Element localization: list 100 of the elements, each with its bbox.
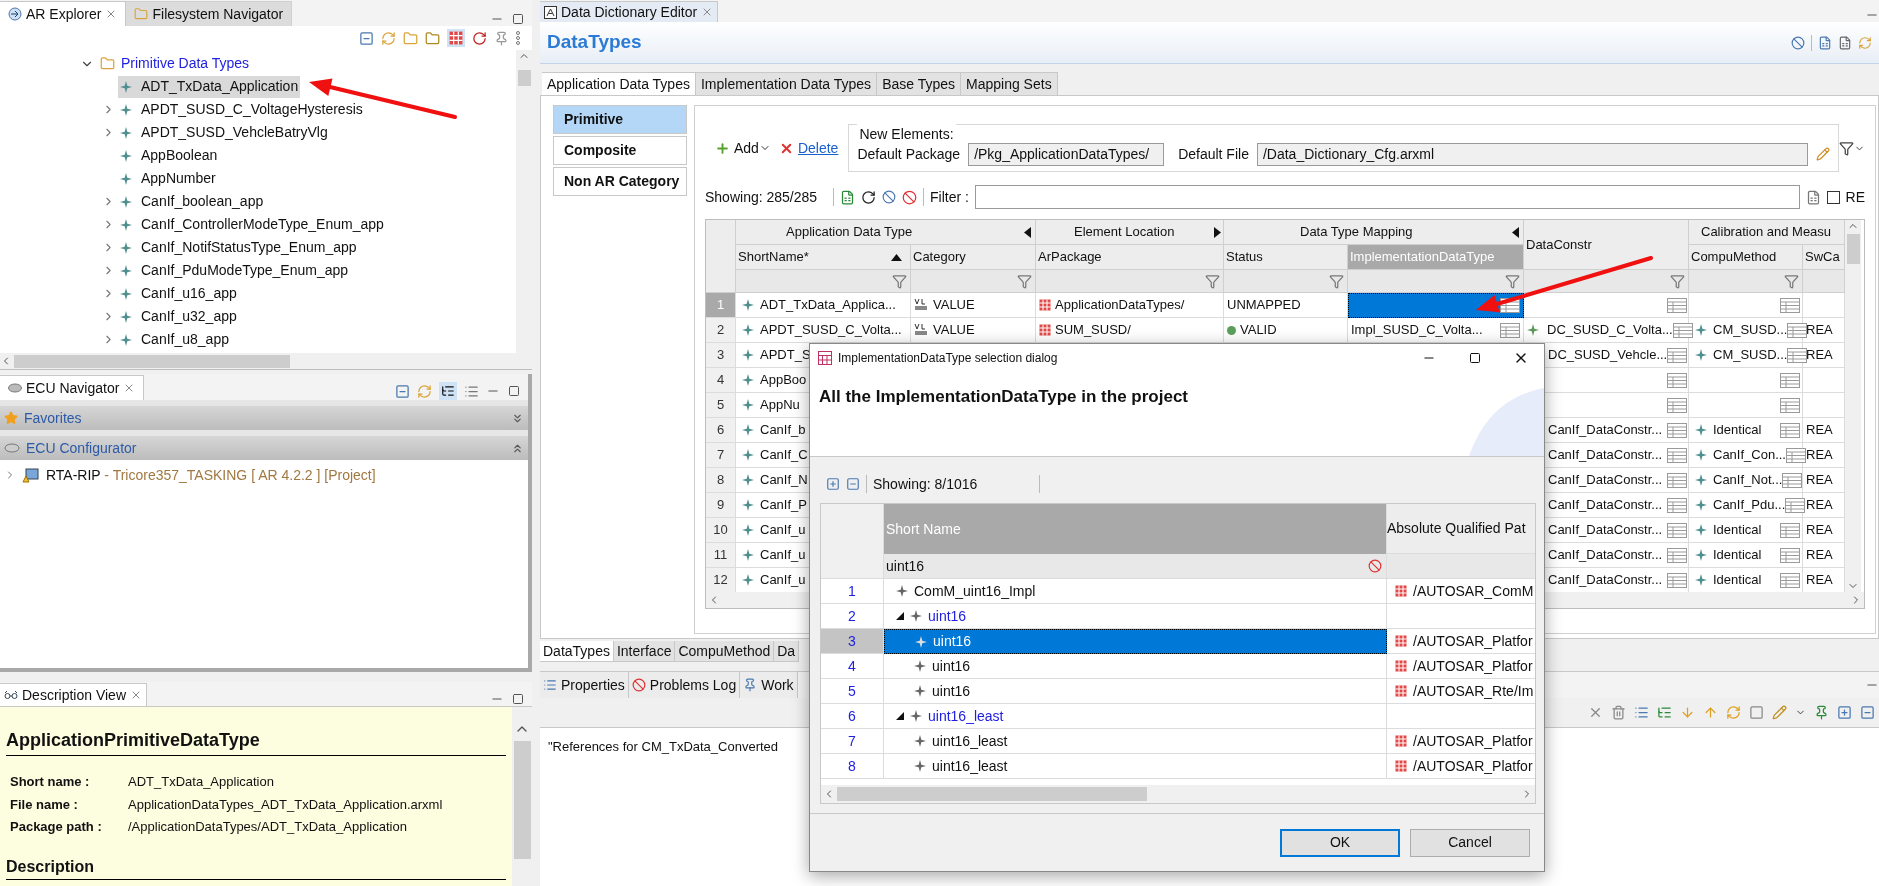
ok-button[interactable]: OK xyxy=(1280,828,1400,857)
tab[interactable]: Da xyxy=(774,641,800,662)
tree-item[interactable]: CanIf_PduModeType_Enum_app xyxy=(118,259,351,282)
tab-label: Filesystem Navigator xyxy=(152,4,284,24)
result-count: Showing: 8/1016 xyxy=(873,474,979,494)
panel-tab[interactable]: Properties xyxy=(540,672,629,698)
column-header[interactable]: CompuMethod xyxy=(1689,245,1803,270)
row-number[interactable]: 3 xyxy=(706,343,736,368)
row-number[interactable]: 7 xyxy=(821,729,884,754)
row-number[interactable]: 6 xyxy=(821,704,884,729)
category-tab[interactable]: Primitive xyxy=(553,105,687,134)
tab[interactable]: Implementation Data Types xyxy=(695,72,878,95)
field-value: ApplicationDataTypes_ADT_TxData_Application.arxml xyxy=(128,795,443,814)
header-label: Data Type Mapping xyxy=(1300,223,1413,242)
package-field[interactable]: /Pkg_ApplicationDataTypes/ xyxy=(968,142,1165,166)
tab[interactable]: Base Types xyxy=(877,72,962,95)
tab-label: Description View xyxy=(22,685,126,705)
column-header[interactable]: ArPackage xyxy=(1036,245,1224,270)
delete-link[interactable]: Delete xyxy=(778,137,839,159)
row-number[interactable]: 3 xyxy=(821,629,884,654)
tree-item[interactable]: AppBoolean xyxy=(118,144,220,167)
row-number[interactable]: 6 xyxy=(706,418,736,443)
tree-item-label: APDT_SUSD_C_VoltageHysteresis xyxy=(141,100,363,119)
category-tab[interactable]: Composite xyxy=(553,136,687,165)
tree-item[interactable]: AppNumber xyxy=(118,167,218,190)
row-number[interactable]: 10 xyxy=(706,518,736,543)
column-header[interactable]: Status xyxy=(1224,245,1348,270)
row-number[interactable]: 5 xyxy=(706,393,736,418)
tab[interactable]: Application Data Types xyxy=(542,72,696,95)
column-header[interactable]: ShortName* xyxy=(736,245,911,270)
row-number[interactable]: 4 xyxy=(821,654,884,679)
tree-item-label: AppNumber xyxy=(141,169,216,188)
panel-tab[interactable]: AR Explorer xyxy=(0,1,127,26)
tab[interactable]: Mapping Sets xyxy=(961,72,1058,95)
dialog-heading: All the ImplementationDataType in the project xyxy=(819,386,1188,408)
dialog-title: ImplementationDataType selection dialog xyxy=(838,350,1058,367)
tree-row[interactable]: uint16 xyxy=(884,654,1387,679)
editor-tab[interactable]: Data Dictionary Editor xyxy=(540,1,719,22)
row-number[interactable]: 11 xyxy=(706,543,736,568)
section-bar[interactable]: ECU Configurator xyxy=(0,436,528,460)
category-tab[interactable]: Non AR Category xyxy=(553,167,687,196)
column-header[interactable]: Category xyxy=(911,245,1036,270)
row-number[interactable]: 7 xyxy=(706,443,736,468)
tree-item-label: CanIf_u8_app xyxy=(141,330,229,349)
row-number[interactable]: 2 xyxy=(821,604,884,629)
cell-text: AppNu xyxy=(760,396,800,415)
cancel-button[interactable]: Cancel xyxy=(1410,828,1530,857)
panel-tab[interactable]: Work xyxy=(740,672,798,698)
tree-item-label: uint16_least xyxy=(928,706,1004,726)
tree-row[interactable]: uint16 xyxy=(884,679,1387,704)
row-number[interactable]: 4 xyxy=(706,368,736,393)
tree-row[interactable]: uint16_least xyxy=(884,704,1387,729)
column-header[interactable]: DataConstr xyxy=(1524,220,1689,270)
tab[interactable]: CompuMethod xyxy=(675,641,775,662)
tree-item[interactable]: CanIf_u32_app xyxy=(118,305,239,328)
tree-item[interactable]: CanIf_ControllerModeType_Enum_app xyxy=(118,213,386,236)
tree-item[interactable]: Primitive Data Types xyxy=(121,53,250,74)
tree-item[interactable]: APDT_SUSD_VehcleBatryVlg xyxy=(118,121,330,144)
panel-tab[interactable]: Problems Log xyxy=(628,672,741,698)
tree-item-label: CanIf_ControllerModeType_Enum_app xyxy=(141,215,384,234)
row-number[interactable]: 9 xyxy=(706,493,736,518)
file-field[interactable]: /Data_Dictionary_Cfg.arxml xyxy=(1256,142,1808,166)
row-number[interactable]: 8 xyxy=(821,754,884,779)
tree-item[interactable]: CanIf_u8_app xyxy=(118,328,231,351)
column-header[interactable]: SwCa xyxy=(1803,245,1845,270)
tree-item[interactable]: ADT_TxData_Application xyxy=(118,75,301,98)
cell-text: CanIf_u xyxy=(760,571,806,590)
tree-item[interactable]: APDT_SUSD_C_VoltageHysteresis xyxy=(118,98,365,121)
row-number[interactable]: 12 xyxy=(706,568,736,593)
cell-text: AppBoo xyxy=(760,371,807,390)
tab-label: Data Dictionary Editor xyxy=(561,2,698,22)
cell-text: VALID xyxy=(1240,321,1277,340)
row-number[interactable]: 1 xyxy=(821,579,884,604)
tree-row[interactable]: uint16_least xyxy=(884,729,1387,754)
tree-item[interactable]: RTA-RIP - Tricore357_TASKING [ AR 4.2.2 ] [Project] xyxy=(46,464,376,486)
cell-text: CanIf_u xyxy=(760,546,806,565)
cell-text: Identical xyxy=(1713,546,1762,565)
tree-item[interactable]: CanIf_NotifStatusType_Enum_app xyxy=(118,236,359,259)
cell-text: APDT_SUSD_C_Volta... xyxy=(760,321,902,340)
tab[interactable]: Interface xyxy=(613,641,676,662)
panel-tab[interactable]: Description View xyxy=(0,683,147,706)
tree-row[interactable]: uint16_least xyxy=(884,754,1387,779)
panel-tab[interactable]: ECU Navigator xyxy=(0,375,145,400)
filter-field[interactable]: uint16 xyxy=(884,554,1387,579)
cell-text: /AUTOSAR_Platfor xyxy=(1413,756,1533,776)
tab[interactable]: DataTypes xyxy=(540,641,614,662)
row-number[interactable]: 2 xyxy=(706,318,736,343)
tree-item[interactable]: CanIf_boolean_app xyxy=(118,190,266,213)
tree-item[interactable]: CanIf_u16_app xyxy=(118,282,239,305)
row-number[interactable]: 5 xyxy=(821,679,884,704)
tree-item-label: uint16 xyxy=(932,656,971,676)
filter-value: uint16 xyxy=(886,556,925,576)
add-button[interactable]: Add xyxy=(715,137,759,159)
row-number[interactable]: 8 xyxy=(706,468,736,493)
section-bar[interactable]: Favorites xyxy=(0,406,528,430)
checkbox-label: RE xyxy=(1845,187,1865,207)
tree-row[interactable]: ComM_uint16_Impl xyxy=(884,579,1387,604)
column-header[interactable]: Absolute Qualified Pat xyxy=(1387,504,1535,554)
panel-tab[interactable]: Filesystem Navigator xyxy=(126,1,293,26)
tree-row[interactable]: uint16 xyxy=(884,629,1387,654)
